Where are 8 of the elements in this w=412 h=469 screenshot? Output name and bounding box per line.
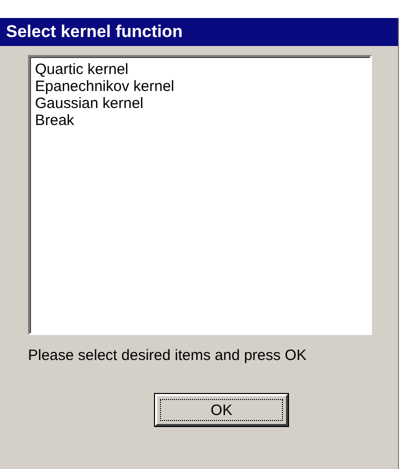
- list-item[interactable]: Epanechnikov kernel: [35, 78, 365, 95]
- list-item[interactable]: Break: [35, 112, 365, 129]
- list-item[interactable]: Quartic kernel: [35, 61, 365, 78]
- instruction-text: Please select desired items and press OK: [28, 347, 308, 364]
- list-box[interactable]: Quartic kernel Epanechnikov kernel Gaussian kernel Break: [28, 55, 372, 335]
- window-title: Select kernel function: [0, 18, 398, 46]
- list-item[interactable]: Gaussian kernel: [35, 95, 365, 112]
- ok-button[interactable]: OK: [155, 394, 288, 426]
